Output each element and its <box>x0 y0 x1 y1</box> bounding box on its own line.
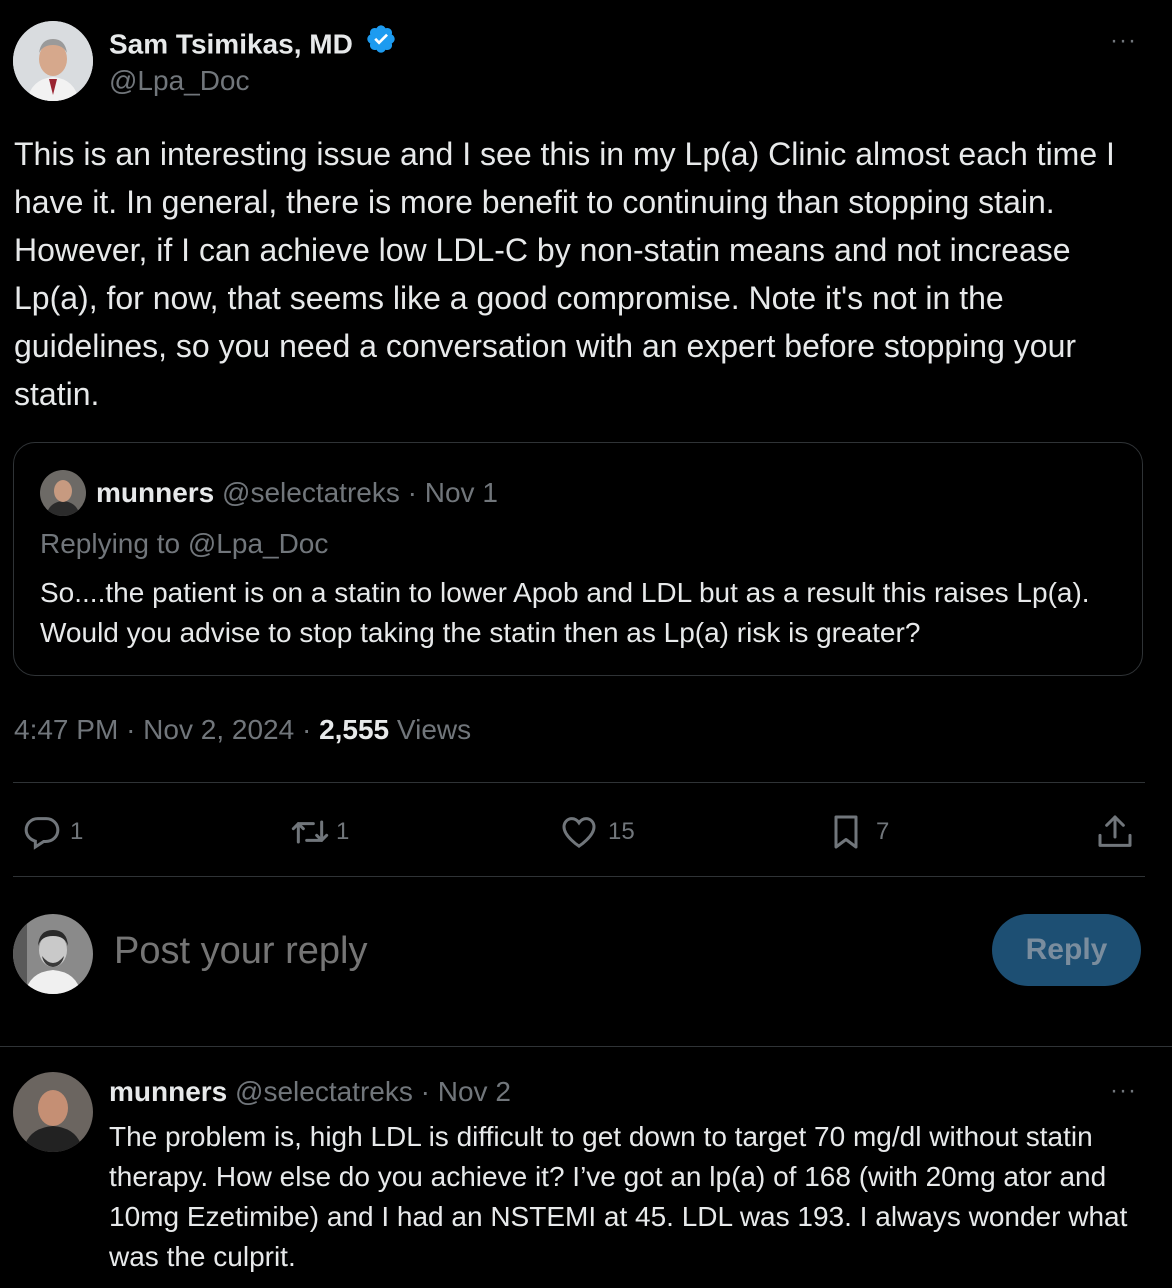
verified-badge-icon <box>365 23 397 63</box>
like-action[interactable]: 15 <box>558 812 635 852</box>
replying-to: Replying to @Lpa_Doc <box>40 527 328 561</box>
reply-author-name[interactable]: munners <box>109 1076 227 1107</box>
tweet-text: This is an interesting issue and I see t… <box>14 136 1115 412</box>
quote-header: munners @selectatreks · Nov 1 <box>96 476 498 510</box>
quote-author-avatar <box>40 470 86 516</box>
repost-icon <box>288 812 332 852</box>
user-avatar[interactable] <box>13 914 93 994</box>
share-icon <box>1095 812 1135 852</box>
bookmark-count: 7 <box>876 818 890 845</box>
repost-action[interactable]: 1 <box>288 812 349 852</box>
reply-author-avatar[interactable] <box>13 1072 93 1152</box>
separator-dot: · <box>420 1076 430 1107</box>
quote-date: Nov 1 <box>424 477 498 508</box>
heart-icon <box>558 812 600 852</box>
quote-author-handle: @selectatreks <box>222 477 400 508</box>
reply-input[interactable] <box>112 922 956 980</box>
like-count: 15 <box>608 818 635 845</box>
reply-header: munners @selectatreks · Nov 2 <box>109 1075 511 1109</box>
reply-author-handle[interactable]: @selectatreks <box>235 1076 413 1107</box>
reply-icon <box>22 812 62 852</box>
tweet-date[interactable]: Nov 2, 2024 <box>143 714 294 745</box>
reply-button[interactable]: Reply <box>992 914 1141 986</box>
divider <box>0 1046 1172 1047</box>
reply-more-options-icon[interactable]: ··· <box>1110 1079 1137 1103</box>
tweet-meta: 4:47 PM · Nov 2, 2024 · 2,555 Views <box>14 712 471 748</box>
author-handle[interactable]: @Lpa_Doc <box>109 64 250 98</box>
separator-dot: · <box>407 477 417 508</box>
quoted-tweet[interactable]: munners @selectatreks · Nov 1 Replying t… <box>13 442 1143 676</box>
author-name[interactable]: Sam Tsimikas, MD <box>109 28 353 59</box>
replying-to-handle: @Lpa_Doc <box>187 528 329 559</box>
bookmark-icon <box>826 812 866 852</box>
divider <box>13 876 1145 877</box>
divider <box>13 782 1145 783</box>
author-name-row: Sam Tsimikas, MD <box>109 23 397 66</box>
reply-count: 1 <box>70 818 84 845</box>
quote-author-name: munners <box>96 477 215 508</box>
repost-count: 1 <box>336 818 350 845</box>
reply-date[interactable]: Nov 2 <box>438 1076 511 1107</box>
reply-action[interactable]: 1 <box>22 812 83 852</box>
bookmark-action[interactable]: 7 <box>826 812 889 852</box>
separator-dot: · <box>126 714 136 745</box>
more-options-icon[interactable]: ··· <box>1110 29 1137 53</box>
quote-text: So....the patient is on a statin to lowe… <box>40 577 1090 648</box>
views-count: 2,555 <box>319 714 390 745</box>
reply-text: The problem is, high LDL is difficult to… <box>109 1121 1128 1272</box>
views-label: Views <box>396 714 472 745</box>
replying-to-label: Replying to <box>40 528 181 559</box>
separator-dot: · <box>301 714 312 745</box>
share-action[interactable] <box>1095 812 1135 852</box>
author-avatar[interactable] <box>13 21 93 101</box>
tweet-time[interactable]: 4:47 PM <box>14 714 118 745</box>
